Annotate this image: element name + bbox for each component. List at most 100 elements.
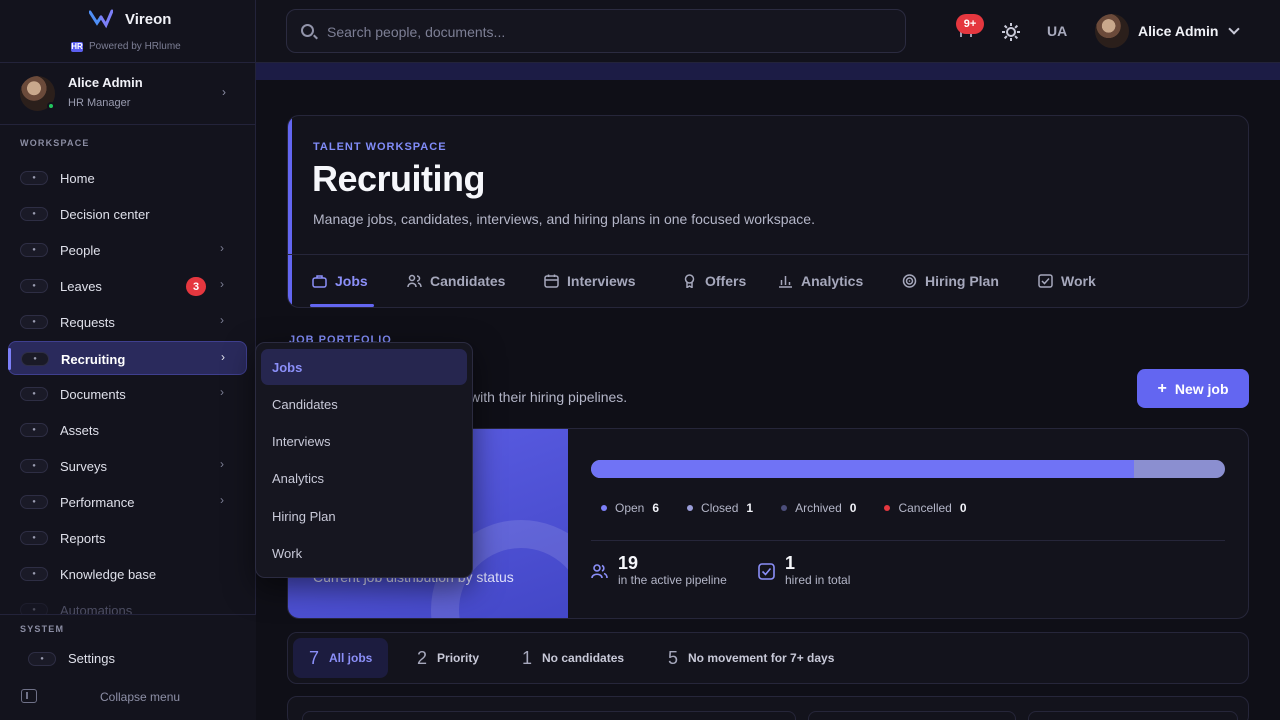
tab-label: Offers [705,273,747,289]
filter-count: 7 [309,647,320,668]
tab-analytics[interactable]: Analytics [778,273,863,289]
filter-chip-priority[interactable]: 2 Priority [401,638,495,678]
tab-label: Work [1061,273,1096,289]
report-icon: ● [20,531,48,545]
chevron-down-icon [1228,23,1241,35]
filter-chip-no-candidates[interactable]: 1 No candidates [506,638,640,678]
job-card[interactable] [808,711,1016,720]
vireon-logo-icon [89,9,113,29]
filter-count: 1 [522,647,533,668]
legend-value: 1 [746,501,754,515]
tab-work[interactable]: Work [1038,273,1096,289]
open-jobs-fill [591,460,1135,478]
sidebar-item-label: Surveys [60,459,107,474]
sidebar-item-label: Leaves [60,279,102,294]
sidebar-item-requests[interactable]: ● Requests › [8,305,247,339]
sidebar-item-recruiting[interactable]: ● Recruiting › [8,341,247,375]
job-list-preview [287,696,1249,720]
status-dot-icon [687,505,694,511]
document-icon: ● [20,387,48,401]
brand-name: Vireon [125,11,172,28]
filter-count: 2 [417,647,428,668]
filter-chip-no-movement-for-7-days[interactable]: 5 No movement for 7+ days [652,638,850,678]
user-menu-button[interactable]: Alice Admin [1095,14,1241,48]
sidebar-item-people[interactable]: ● People › [8,233,247,267]
chevron-right-icon: › [221,350,225,364]
sidebar-item-decision-center[interactable]: ● Decision center [8,197,247,231]
chart-icon: ● [20,495,48,509]
tab-interviews[interactable]: Interviews [544,273,635,289]
sidebar-user-card[interactable]: Alice Admin HR Manager › [0,63,256,125]
stat-value: 19 [618,553,639,573]
sidebar-item-performance[interactable]: ● Performance › [8,485,247,519]
announcement-banner: · · [256,63,1280,80]
people-icon [591,564,608,579]
chevron-right-icon: › [220,241,224,255]
briefcase-icon [312,275,327,288]
stat-label: in the active pipeline [618,573,727,587]
job-filter-chips: 7 All jobs 2 Priority 1 No candidates 5 No move… [287,632,1249,684]
sidebar-item-settings[interactable]: ● Settings [28,651,115,666]
language-switcher[interactable]: UA [1047,23,1067,39]
chevron-right-icon: › [220,385,224,399]
gear-icon: ● [28,651,56,666]
page-title: Recruiting [312,158,486,199]
search-box[interactable] [286,9,906,53]
tab-label: Candidates [430,273,506,289]
job-card[interactable] [302,711,796,720]
status-distribution-bar [591,460,1225,478]
calendar-icon [544,274,559,288]
notification-badge[interactable]: 9+ [956,14,984,34]
tab-candidates[interactable]: Candidates [407,273,505,289]
sidebar-item-surveys[interactable]: ● Surveys › [8,449,247,483]
sidebar-item-label: Documents [60,387,126,402]
sidebar: Vireon HR Powered by HRlume Alice Admin … [0,0,256,720]
theme-toggle-sun-icon[interactable] [1002,23,1020,41]
box-icon: ● [20,423,48,437]
home-icon: ● [20,171,48,185]
submenu-item-candidates[interactable]: Candidates [261,386,467,422]
target-icon: ● [20,207,48,221]
tab-label: Jobs [335,273,368,289]
tab-hiring-plan[interactable]: Hiring Plan [902,273,999,289]
stat-hired-total: 1 hired in total [758,553,850,587]
sidebar-item-leaves[interactable]: ● Leaves 3 › [8,269,247,303]
sidebar-item-assets[interactable]: ● Assets [8,413,247,447]
submenu-item-work[interactable]: Work [261,535,467,571]
legend-value: 0 [849,501,857,515]
collapse-sidebar-icon[interactable] [21,689,37,703]
stat-label: hired in total [785,573,851,587]
calendar-icon: ● [20,279,48,293]
system-section-label: SYSTEM [20,624,65,634]
collapse-menu-button[interactable]: Collapse menu [100,690,180,704]
active-tab-indicator [310,304,374,307]
job-card[interactable] [1028,711,1238,720]
sidebar-item-home[interactable]: ● Home [8,161,247,195]
sidebar-item-label: Performance [60,495,135,510]
filter-label: No candidates [542,651,625,665]
sidebar-item-documents[interactable]: ● Documents › [8,377,247,411]
award-icon [684,274,695,288]
sidebar-item-label: Knowledge base [60,567,157,582]
legend-item-closed: Closed 1 [687,501,753,515]
briefcase-icon: ● [21,352,49,366]
submenu-item-interviews[interactable]: Interviews [261,423,467,459]
submenu-item-hiring-plan[interactable]: Hiring Plan [261,498,467,534]
filter-label: No movement for 7+ days [688,651,835,665]
stat-active-pipeline: 19 in the active pipeline [591,553,727,587]
tab-offers[interactable]: Offers [682,273,746,289]
submenu-item-jobs[interactable]: Jobs [261,349,467,385]
tab-jobs[interactable]: Jobs [312,273,368,289]
filter-chip-all-jobs[interactable]: 7 All jobs [293,638,389,678]
sidebar-item-knowledge-base[interactable]: ● Knowledge base [8,557,247,591]
submenu-item-analytics[interactable]: Analytics [261,460,467,496]
avatar [1095,14,1129,48]
sidebar-item-label: Requests [60,315,115,330]
survey-icon: ● [20,459,48,473]
sidebar-item-reports[interactable]: ● Reports [8,521,247,555]
search-input[interactable] [327,21,887,43]
brand-header: Vireon HR Powered by HRlume [0,0,256,63]
new-job-button[interactable]: + New job [1137,369,1249,408]
divider [591,540,1225,541]
checkbox-icon [1038,274,1053,288]
